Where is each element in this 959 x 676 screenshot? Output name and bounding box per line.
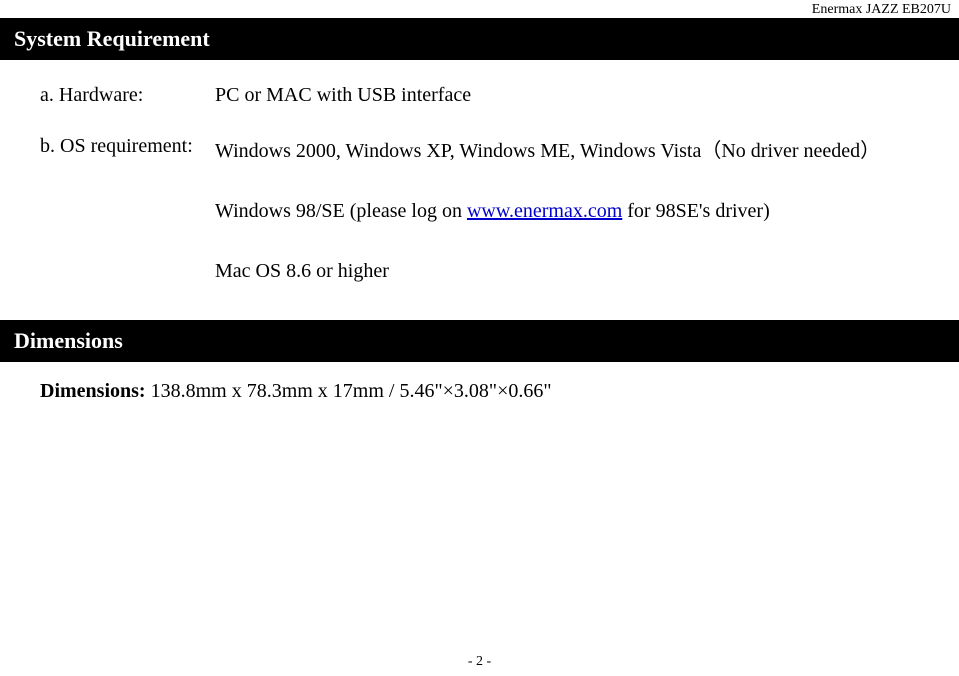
section-title-system-requirement: System Requirement (0, 18, 959, 60)
os-prefix: b. (40, 135, 55, 157)
os-line-3: Mac OS 8.6 or higher (215, 255, 919, 287)
dimensions-value: 138.8mm x 78.3mm x 17mm / 5.46"×3.08"×0.… (151, 380, 552, 402)
dimensions-content: Dimensions: 138.8mm x 78.3mm x 17mm / 5.… (40, 380, 552, 403)
hardware-row: a. Hardware: PC or MAC with USB interfac… (40, 84, 919, 107)
brand-header: Enermax JAZZ EB207U (812, 2, 951, 18)
os-line-2-prefix: Windows 98/SE (please log on (215, 200, 467, 222)
os-row: b. OS requirement: Windows 2000, Windows… (40, 135, 919, 315)
hardware-value: PC or MAC with USB interface (215, 84, 919, 107)
os-label: b. OS requirement: (40, 135, 215, 315)
section-title-dimensions: Dimensions (0, 320, 959, 362)
os-line-1: Windows 2000, Windows XP, Windows ME, Wi… (215, 135, 919, 167)
system-requirement-content: a. Hardware: PC or MAC with USB interfac… (40, 70, 919, 315)
section-system-requirement: System Requirement (0, 18, 959, 60)
hardware-label-text: Hardware: (59, 84, 143, 106)
os-line-2: Windows 98/SE (please log on www.enermax… (215, 195, 919, 227)
os-label-text: OS requirement: (60, 135, 193, 157)
section-dimensions: Dimensions (0, 320, 959, 362)
hardware-label: a. Hardware: (40, 84, 215, 107)
hardware-prefix: a. (40, 84, 54, 106)
document-page: Enermax JAZZ EB207U System Requirement a… (0, 0, 959, 676)
enermax-link[interactable]: www.enermax.com (467, 200, 622, 222)
dimensions-label: Dimensions: (40, 380, 146, 402)
os-line-2-suffix: for 98SE's driver) (622, 200, 769, 222)
page-number: - 2 - (0, 654, 959, 670)
